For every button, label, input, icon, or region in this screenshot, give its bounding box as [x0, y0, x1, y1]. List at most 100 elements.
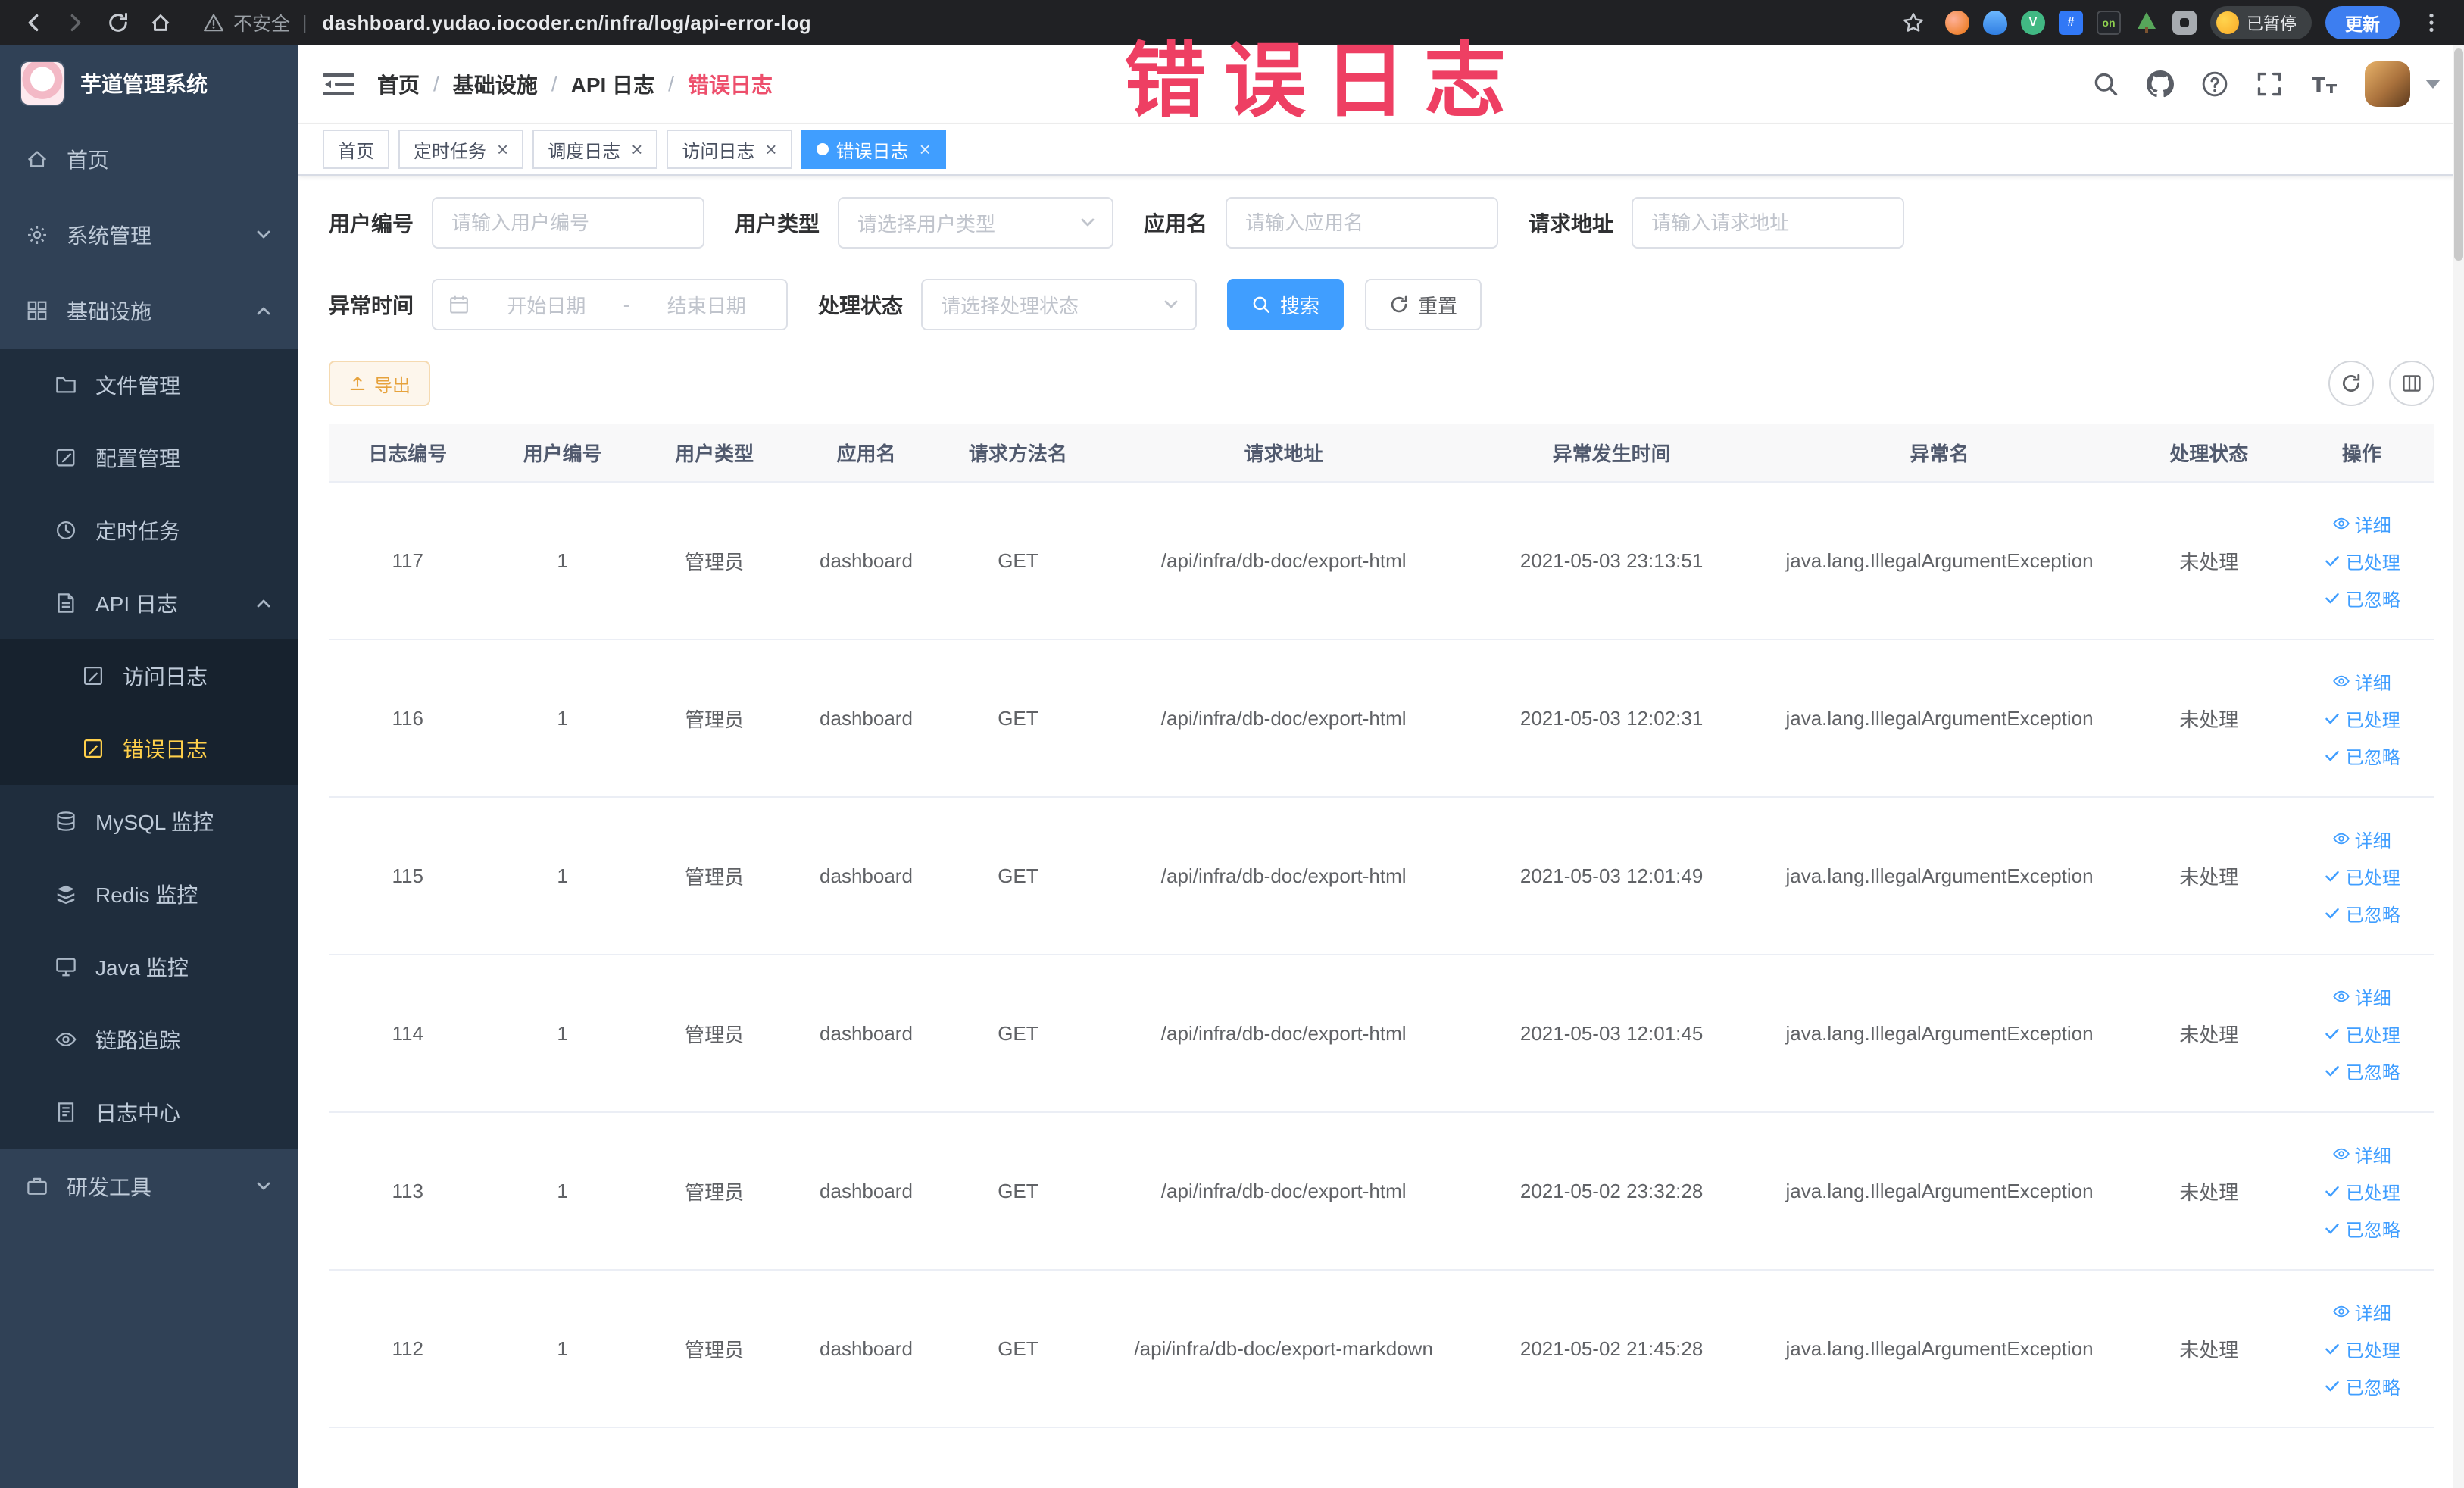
- cell-id: 115: [329, 797, 487, 955]
- user-id-input[interactable]: [432, 197, 705, 249]
- chevron-down-icon: [1079, 214, 1097, 232]
- tag-0[interactable]: 首页: [323, 130, 389, 169]
- avatar-caret-down-icon[interactable]: [2425, 80, 2441, 89]
- action-processed-link[interactable]: 已处理: [2323, 1336, 2400, 1362]
- close-icon[interactable]: ×: [765, 139, 776, 159]
- fullscreen-icon[interactable]: [2256, 70, 2283, 98]
- search-button[interactable]: 搜索: [1227, 279, 1344, 330]
- action-detail-link[interactable]: 详细: [2332, 1141, 2391, 1168]
- sidebar-item-label: 日志中心: [95, 1102, 181, 1125]
- action-processed-link[interactable]: 已处理: [2323, 863, 2400, 889]
- action-detail-link[interactable]: 详细: [2332, 983, 2391, 1010]
- github-icon[interactable]: [2147, 70, 2174, 98]
- page-scrollbar[interactable]: [2453, 45, 2464, 1488]
- process-status-select[interactable]: 请选择处理状态: [921, 279, 1198, 330]
- action-ignored-link[interactable]: 已忽略: [2323, 1215, 2400, 1242]
- error-log-table: 日志编号 用户编号 用户类型 应用名 请求方法名 请求地址 异常发生时间 异常名 处理状态 操作 …: [329, 424, 2434, 1428]
- breadcrumb-item-2[interactable]: API 日志: [571, 69, 654, 99]
- font-size-icon[interactable]: [2310, 70, 2338, 98]
- close-icon[interactable]: ×: [631, 139, 642, 159]
- sidebar-item-6[interactable]: API 日志: [0, 567, 298, 639]
- exception-time-range-picker[interactable]: 开始日期 - 结束日期: [432, 279, 789, 330]
- user-type-select[interactable]: 请选择用户类型: [838, 197, 1114, 249]
- extension-on-icon[interactable]: on: [2096, 11, 2121, 35]
- action-processed-link[interactable]: 已处理: [2323, 705, 2400, 732]
- tag-1[interactable]: 定时任务 ×: [398, 130, 524, 169]
- action-ignored-link[interactable]: 已忽略: [2323, 900, 2400, 927]
- eye-icon: [2332, 1302, 2350, 1321]
- sidebar-item-1[interactable]: 系统管理: [0, 197, 298, 273]
- action-processed-link[interactable]: 已处理: [2323, 1178, 2400, 1205]
- profile-paused-badge[interactable]: 已暂停: [2209, 6, 2312, 39]
- sidebar-item-0[interactable]: 首页: [0, 121, 298, 197]
- close-icon[interactable]: ×: [920, 139, 931, 159]
- extension-icons: V # on: [1944, 11, 2197, 35]
- action-label: 详细: [2354, 830, 2391, 852]
- action-ignored-link[interactable]: 已忽略: [2323, 585, 2400, 611]
- refresh-table-button[interactable]: [2328, 361, 2374, 406]
- action-ignored-link[interactable]: 已忽略: [2323, 1373, 2400, 1399]
- extension-octotree-icon[interactable]: [2135, 11, 2159, 35]
- sidebar-item-12[interactable]: 链路追踪: [0, 1003, 298, 1076]
- chrome-update-button[interactable]: 更新: [2325, 6, 2400, 39]
- address-bar[interactable]: 不安全 | dashboard.yudao.iocoder.cn/infra/l…: [203, 9, 1889, 36]
- top-navbar: 首页 / 基础设施 / API 日志 / 错误日志: [298, 45, 2464, 124]
- breadcrumb-item-0[interactable]: 首页: [377, 69, 420, 99]
- close-icon[interactable]: ×: [497, 139, 508, 159]
- extension-grid-icon[interactable]: #: [2058, 11, 2083, 35]
- sidebar-item-label: 研发工具: [67, 1176, 152, 1199]
- action-detail-link[interactable]: 详细: [2332, 1299, 2391, 1325]
- action-ignored-link[interactable]: 已忽略: [2323, 1058, 2400, 1084]
- export-button[interactable]: 导出: [329, 361, 430, 406]
- column-settings-button[interactable]: [2389, 361, 2434, 406]
- security-status[interactable]: 不安全 |: [203, 9, 311, 36]
- sidebar-item-11[interactable]: Java 监控: [0, 930, 298, 1003]
- browser-back-button[interactable]: [15, 5, 52, 41]
- extension-drop-icon[interactable]: [1982, 11, 2007, 35]
- tag-3[interactable]: 访问日志 ×: [667, 130, 792, 169]
- sidebar-item-8[interactable]: 错误日志: [0, 712, 298, 785]
- user-avatar[interactable]: [2365, 61, 2410, 107]
- extension-orange-icon[interactable]: [1944, 11, 1969, 35]
- exception-time-label: 异常时间: [329, 294, 414, 317]
- browser-refresh-button[interactable]: [100, 5, 136, 41]
- browser-forward-button[interactable]: [58, 5, 94, 41]
- request-url-input[interactable]: [1632, 197, 1905, 249]
- action-processed-link[interactable]: 已处理: [2323, 1021, 2400, 1047]
- paused-badge-label: 已暂停: [2246, 14, 2297, 33]
- browser-home-button[interactable]: [142, 5, 179, 41]
- action-detail-link[interactable]: 详细: [2332, 826, 2391, 852]
- user-type-label: 用户类型: [735, 212, 820, 236]
- tag-2[interactable]: 调度日志 ×: [532, 130, 658, 169]
- sidebar-item-9[interactable]: MySQL 监控: [0, 785, 298, 858]
- m-home-icon: [26, 148, 48, 170]
- app-logo[interactable]: 芋道管理系统: [0, 45, 298, 121]
- sidebar-item-5[interactable]: 定时任务: [0, 494, 298, 567]
- sidebar-item-3[interactable]: 文件管理: [0, 349, 298, 421]
- breadcrumb-item-1[interactable]: 基础设施: [453, 69, 538, 99]
- action-detail-link[interactable]: 详细: [2332, 511, 2391, 537]
- check-icon: [2323, 1182, 2341, 1200]
- action-detail-link[interactable]: 详细: [2332, 668, 2391, 695]
- page-url[interactable]: dashboard.yudao.iocoder.cn/infra/log/api…: [323, 11, 812, 35]
- sidebar-item-7[interactable]: 访问日志: [0, 639, 298, 712]
- app-name-input[interactable]: [1226, 197, 1499, 249]
- extensions-puzzle-icon[interactable]: [2172, 11, 2197, 35]
- chrome-menu-kebab-icon[interactable]: [2413, 5, 2450, 41]
- action-ignored-link[interactable]: 已忽略: [2323, 742, 2400, 769]
- action-processed-link[interactable]: 已处理: [2323, 548, 2400, 574]
- sidebar-item-14[interactable]: 研发工具: [0, 1149, 298, 1224]
- sidebar-toggle-icon[interactable]: [323, 70, 354, 98]
- search-icon[interactable]: [2092, 70, 2119, 98]
- sidebar-item-10[interactable]: Redis 监控: [0, 858, 298, 930]
- reset-button[interactable]: 重置: [1365, 279, 1482, 330]
- bookmark-star-icon[interactable]: [1895, 5, 1932, 41]
- sidebar-item-4[interactable]: 配置管理: [0, 421, 298, 494]
- sidebar-item-13[interactable]: 日志中心: [0, 1076, 298, 1149]
- cell-method: GET: [942, 955, 1095, 1113]
- scrollbar-thumb[interactable]: [2454, 48, 2463, 261]
- extension-vue-icon[interactable]: V: [2020, 11, 2045, 35]
- tag-4[interactable]: 错误日志 ×: [801, 130, 946, 169]
- sidebar-item-2[interactable]: 基础设施: [0, 273, 298, 349]
- help-question-icon[interactable]: [2201, 70, 2228, 98]
